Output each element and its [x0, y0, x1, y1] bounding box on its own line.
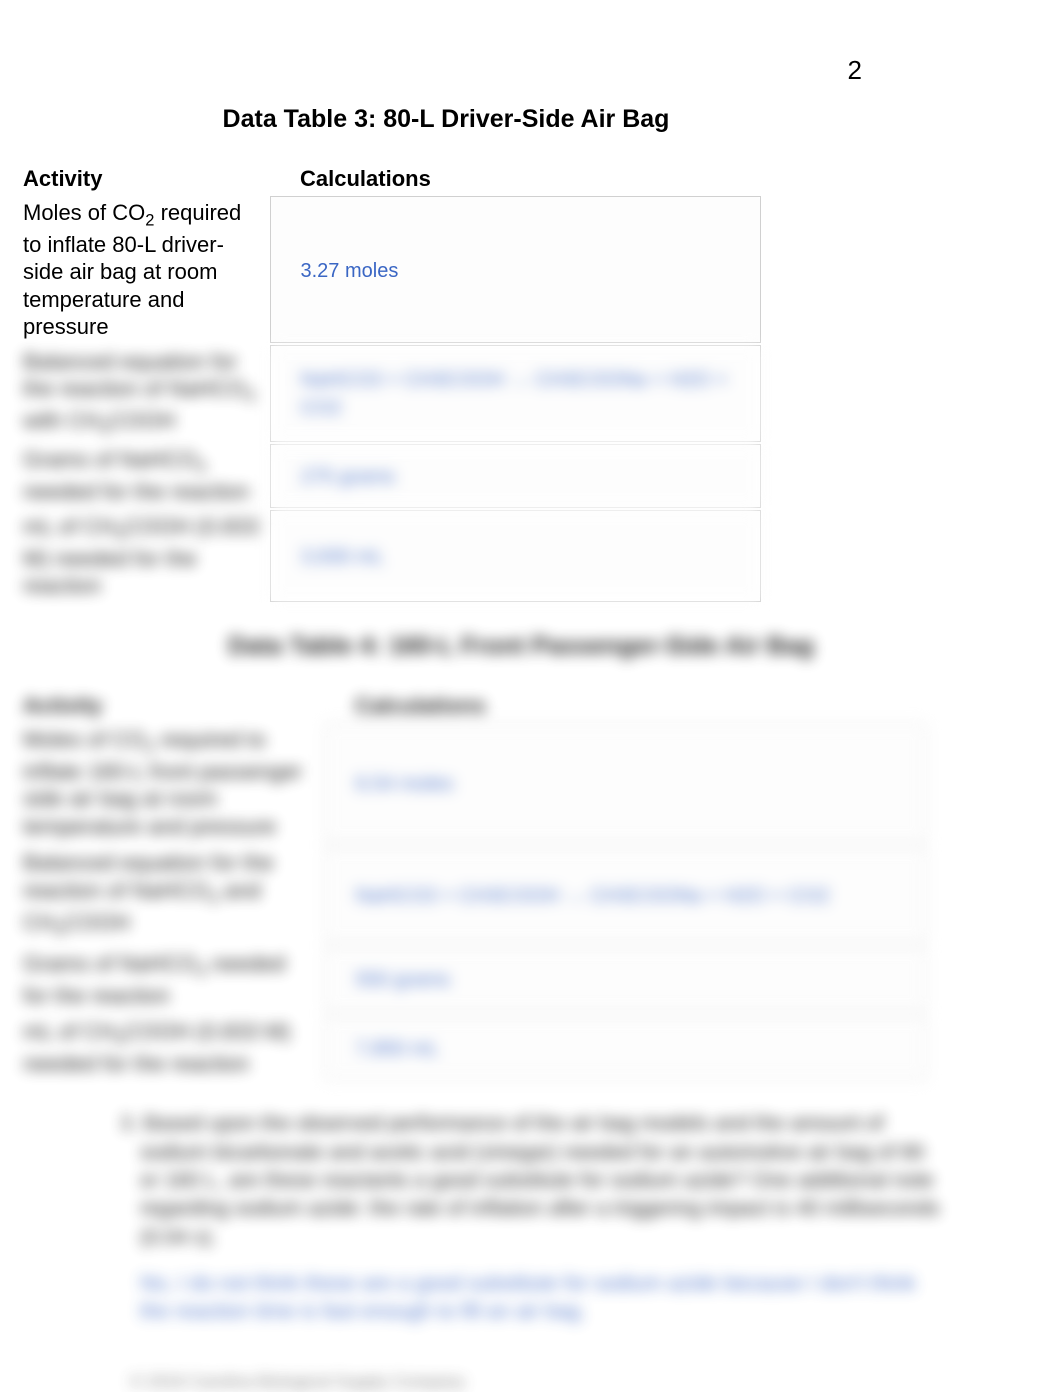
table-row: Balanced equation for the reaction of Na…: [15, 346, 760, 442]
calc-cell: 7,850 mL: [325, 1016, 925, 1080]
table-row: Balanced equation for the reaction of Na…: [15, 847, 925, 943]
table-row: Moles of CO2 required to inflate 160-L f…: [15, 724, 925, 843]
data-table-4: Activity Calculations Moles of CO2 requi…: [15, 689, 926, 1080]
calc-cell: 3.27 moles: [270, 197, 760, 343]
table3-header-activity: Activity: [15, 162, 270, 197]
question-block: 3.Based upon the observed performance of…: [140, 1110, 942, 1326]
calc-value: 3,930 mL: [301, 546, 384, 568]
activity-cell: mL of CH3COOH (0.833 M) needed for the r…: [15, 1016, 325, 1080]
calc-cell: 550 grams: [325, 948, 925, 1012]
table-row: mL of CH3COOH (0.833 M) needed for the r…: [15, 1016, 925, 1080]
activity-cell: Grams of NaHCO3 needed for the reaction: [15, 948, 325, 1012]
calc-cell: 275 grams: [270, 444, 760, 508]
table3-title: Data Table 3: 80-L Driver-Side Air Bag: [20, 105, 1042, 134]
activity-cell: mL of CH3COOH (0.833 M) needed for the r…: [15, 511, 270, 602]
calc-value: 6.54 moles: [356, 773, 454, 795]
calc-value: NaHCO3 + CH3COOH → CH3COONa + H2O + CO2: [356, 885, 830, 907]
table-row: mL of CH3COOH (0.833 M) needed for the r…: [15, 511, 760, 602]
calc-cell: NaHCO3 + CH3COOH → CH3COONa + H2O + CO2: [325, 847, 925, 943]
calc-cell: 6.54 moles: [325, 724, 925, 843]
table-row: Grams of NaHCO3 needed for the reaction …: [15, 948, 925, 1012]
activity-cell: Grams of NaHCO3 needed for the reaction: [15, 444, 270, 508]
data-table-3: Activity Calculations Moles of CO2 requi…: [15, 162, 761, 602]
copyright: © 2016 Carolina Biological Supply Compan…: [130, 1372, 1042, 1392]
calc-cell: NaHCO3 + CH3COOH → CH3COONa + H2O + CO2: [270, 346, 760, 442]
table4-title: Data Table 4: 160-L Front Passenger-Side…: [20, 632, 1042, 661]
activity-cell: Balanced equation for the reaction of Na…: [15, 847, 325, 943]
table4-header-activity: Activity: [15, 689, 325, 724]
page-number: 2: [848, 55, 862, 86]
table-row: Moles of CO2 required to inflate 80-L dr…: [15, 197, 760, 343]
calc-value: 7,850 mL: [356, 1038, 439, 1060]
table-row: Grams of NaHCO3 needed for the reaction …: [15, 444, 760, 508]
calc-value: 3.27 moles: [301, 260, 399, 282]
calc-value: 275 grams: [301, 466, 396, 488]
table3-header-calculations: Calculations: [270, 162, 760, 197]
calc-value: 550 grams: [356, 969, 451, 991]
activity-cell: Balanced equation for the reaction of Na…: [15, 346, 270, 442]
page-content: Data Table 3: 80-L Driver-Side Air Bag A…: [0, 0, 1062, 1392]
table4-header-calculations: Calculations: [325, 689, 925, 724]
activity-cell: Moles of CO2 required to inflate 160-L f…: [15, 724, 325, 843]
calc-value: NaHCO3 + CH3COOH → CH3COONa + H2O + CO2: [301, 369, 728, 419]
question-number: 3.: [120, 1110, 138, 1138]
calc-cell: 3,930 mL: [270, 511, 760, 602]
question-text: 3.Based upon the observed performance of…: [140, 1110, 942, 1252]
activity-cell: Moles of CO2 required to inflate 80-L dr…: [15, 197, 270, 343]
question-body: Based upon the observed performance of t…: [140, 1112, 940, 1248]
question-answer: No, I do not think these are a good subs…: [140, 1270, 942, 1327]
